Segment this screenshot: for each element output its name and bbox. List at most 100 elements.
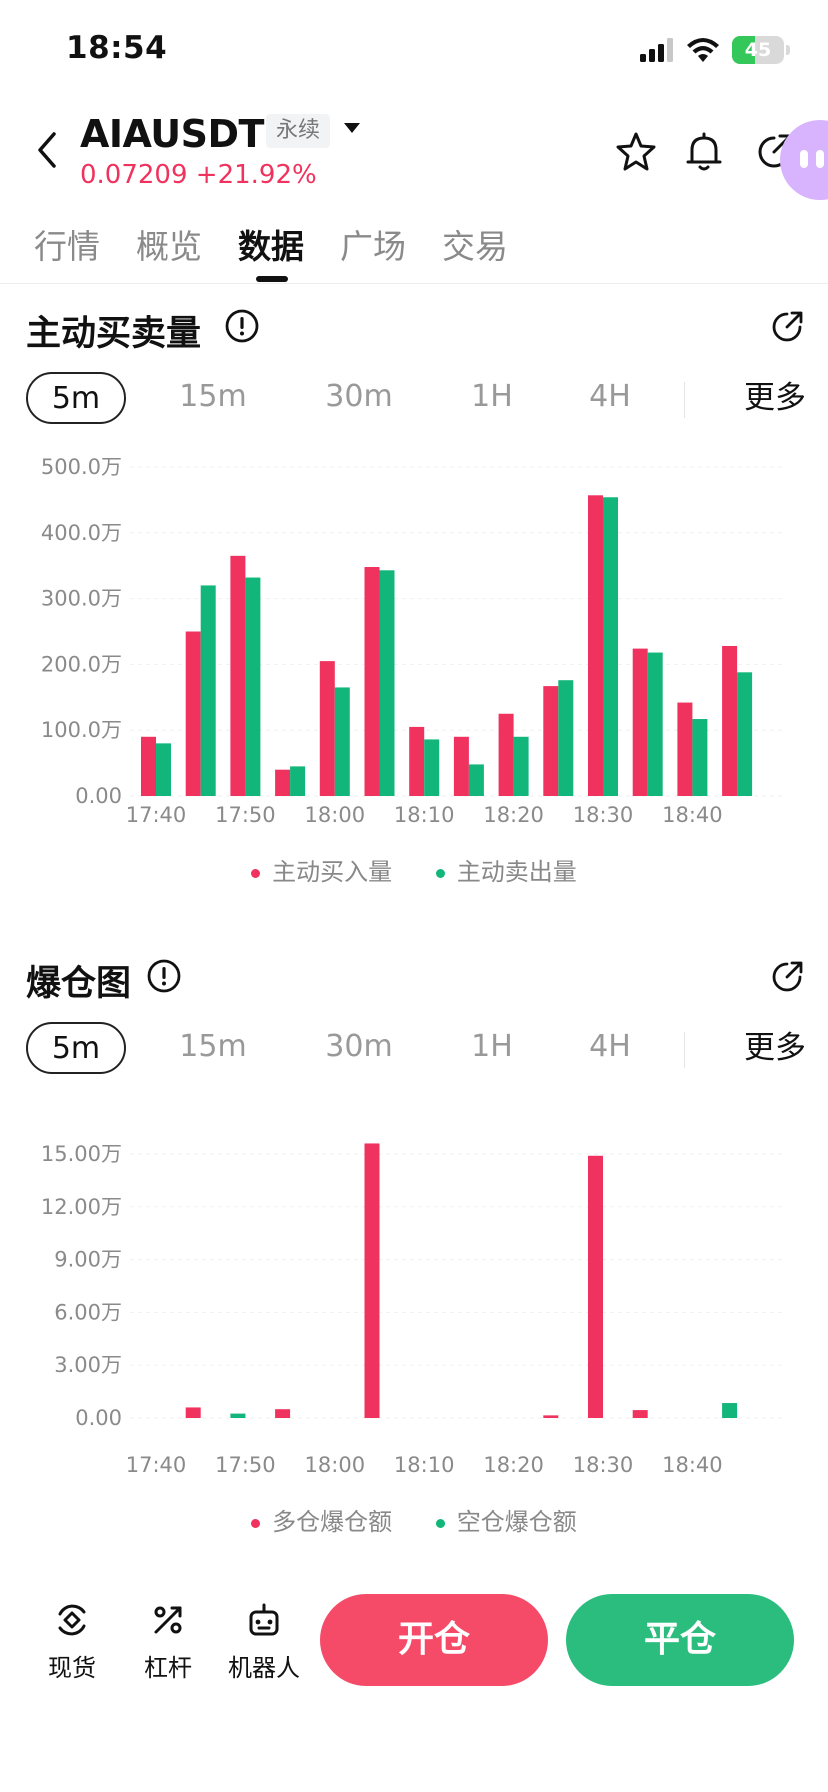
bar-series-a[interactable] (498, 713, 514, 796)
bar-series-a[interactable] (588, 1155, 603, 1418)
tab-square[interactable]: 广场 (340, 220, 406, 268)
bar-series-a[interactable] (275, 769, 291, 796)
legend-item-long: 多仓爆仓额 (251, 1502, 392, 1537)
battery-indicator: 45 (732, 36, 784, 64)
star-icon[interactable] (614, 130, 658, 174)
bar-series-a[interactable] (230, 555, 246, 796)
bar-series-b[interactable] (334, 687, 350, 796)
chart-legend: 多仓爆仓额 空仓爆仓额 (0, 1502, 828, 1537)
back-icon[interactable] (30, 128, 66, 172)
bar-series-a[interactable] (364, 567, 380, 796)
price-change: +21.92% (195, 160, 317, 190)
status-icons: 45 (640, 36, 790, 64)
info-icon[interactable] (146, 958, 182, 994)
bar-series-b[interactable] (200, 585, 216, 796)
legend-label: 多仓爆仓额 (272, 1508, 393, 1536)
y-tick-label: 300.0万 (41, 587, 122, 611)
chevron-down-icon[interactable] (340, 116, 364, 140)
x-tick-label: 18:00 (305, 1453, 366, 1477)
bar-series-b[interactable] (468, 764, 484, 796)
bar-series-b[interactable] (692, 719, 708, 796)
bar-series-a[interactable] (677, 702, 693, 796)
leverage-icon (154, 1606, 182, 1634)
legend-item-sell: 主动卖出量 (435, 852, 577, 887)
interval-15m[interactable]: 15m (170, 372, 256, 424)
bar-series-a[interactable] (722, 645, 738, 796)
bar-series-a[interactable] (141, 736, 156, 796)
wifi-icon (687, 38, 719, 62)
bar-series-b[interactable] (603, 497, 618, 796)
bar-series-a[interactable] (632, 648, 648, 796)
bar-series-a[interactable] (453, 736, 469, 796)
legend-label: 空仓爆仓额 (456, 1508, 577, 1536)
symbol-title[interactable]: AIAUSDT (80, 112, 264, 156)
interval-15m[interactable]: 15m (170, 1022, 256, 1074)
chart-legend: 主动买入量 主动卖出量 (0, 852, 828, 887)
interval-5m[interactable]: 5m (26, 372, 126, 424)
bar-series-b[interactable] (156, 743, 171, 796)
bar-series-b[interactable] (245, 577, 261, 796)
bar-series-a[interactable] (543, 1415, 559, 1418)
spot-icon (58, 1604, 86, 1636)
bar-series-b[interactable] (513, 736, 529, 796)
x-tick-label: 17:50 (215, 803, 276, 827)
bar-series-a[interactable] (319, 661, 335, 796)
robot-label: 机器人 (228, 1654, 300, 1682)
y-tick-label: 0.00 (75, 784, 122, 808)
close-position-button[interactable]: 平仓 (566, 1594, 794, 1686)
bar-series-a[interactable] (632, 1410, 648, 1418)
interval-30m[interactable]: 30m (312, 1022, 406, 1074)
bar-series-b[interactable] (737, 672, 753, 796)
bar-series-b[interactable] (379, 570, 395, 796)
interval-4h[interactable]: 4H (580, 372, 640, 424)
bar-series-a[interactable] (409, 726, 425, 796)
legend-label: 主动卖出量 (456, 858, 577, 886)
tab-overview[interactable]: 概览 (136, 220, 202, 268)
y-tick-label: 100.0万 (41, 718, 122, 742)
bottom-action-bar: 现货 杠杆 机器人 开仓 平仓 (0, 1580, 828, 1700)
tab-market[interactable]: 行情 (34, 220, 100, 268)
interval-30m[interactable]: 30m (312, 372, 406, 424)
x-tick-label: 18:30 (573, 803, 634, 827)
bar-series-a[interactable] (588, 495, 603, 796)
bar-series-b[interactable] (647, 652, 663, 796)
open-position-button[interactable]: 开仓 (320, 1594, 548, 1686)
more-intervals-button[interactable]: 更多 (744, 372, 804, 424)
bell-icon[interactable] (682, 130, 726, 174)
info-icon[interactable] (224, 308, 260, 344)
cellular-signal-icon (640, 38, 673, 62)
bar-series-a[interactable] (364, 1143, 380, 1418)
y-tick-label: 6.00万 (54, 1300, 122, 1324)
interval-1h[interactable]: 1H (462, 1022, 522, 1074)
spot-button[interactable]: 现货 (30, 1600, 114, 1683)
bar-series-a[interactable] (185, 631, 201, 797)
expand-chart-icon[interactable] (768, 958, 806, 996)
y-tick-label: 500.0万 (41, 455, 122, 479)
y-tick-label: 400.0万 (41, 521, 122, 545)
header: AIAUSDT 永续 0.07209 +21.92% (0, 100, 828, 200)
x-tick-label: 18:40 (662, 1453, 723, 1477)
bar-series-b[interactable] (290, 766, 306, 796)
leverage-button[interactable]: 杠杆 (126, 1600, 210, 1683)
bar-series-a[interactable] (275, 1409, 291, 1418)
bar-series-b[interactable] (722, 1403, 738, 1418)
bar-series-b[interactable] (558, 680, 574, 796)
robot-button[interactable]: 机器人 (222, 1600, 306, 1683)
more-intervals-button[interactable]: 更多 (744, 1022, 804, 1074)
y-tick-label: 12.00万 (41, 1195, 122, 1219)
interval-5m[interactable]: 5m (26, 1022, 126, 1074)
interval-1h[interactable]: 1H (462, 372, 522, 424)
bar-series-b[interactable] (424, 739, 440, 796)
bar-series-a[interactable] (543, 686, 559, 796)
expand-chart-icon[interactable] (768, 308, 806, 346)
interval-4h[interactable]: 4H (580, 1022, 640, 1074)
leverage-label: 杠杆 (144, 1654, 192, 1682)
x-tick-label: 17:50 (215, 1453, 276, 1477)
robot-icon (249, 1603, 279, 1636)
y-tick-label: 3.00万 (54, 1353, 122, 1377)
tab-data[interactable]: 数据 (238, 220, 304, 268)
bar-series-b[interactable] (230, 1413, 246, 1418)
price-line: 0.07209 +21.92% (80, 160, 317, 190)
tab-trade[interactable]: 交易 (442, 220, 508, 268)
bar-series-a[interactable] (185, 1407, 201, 1418)
